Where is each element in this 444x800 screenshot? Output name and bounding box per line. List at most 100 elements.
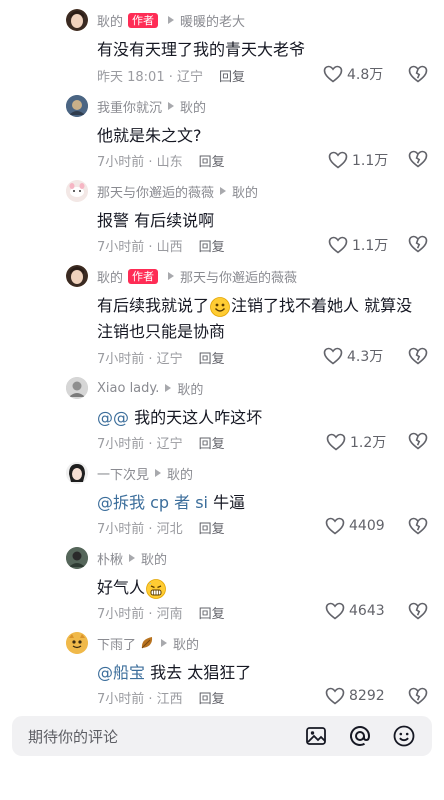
emoji-icon[interactable] [392, 724, 416, 748]
like-count: 8292 [349, 688, 385, 704]
comment-time-location: 7小时前 · 河北 [97, 522, 183, 537]
avatar[interactable] [66, 462, 88, 484]
reply-to-username[interactable]: 耿的 [177, 379, 203, 398]
avatar[interactable] [66, 377, 88, 399]
dislike-button[interactable] [408, 235, 428, 257]
reply-to-username[interactable]: 暖暖的老大 [180, 11, 245, 30]
like-count: 1.2万 [350, 435, 387, 451]
comment-time-location: 7小时前 · 山东 [97, 155, 183, 170]
like-button[interactable]: 1.1万 [328, 150, 388, 170]
heart-outline-icon [325, 517, 345, 535]
reply-button[interactable]: 回复 [199, 603, 225, 622]
reply-arrow-icon [165, 384, 172, 392]
like-button[interactable]: 4.8万 [323, 64, 383, 84]
reply-button[interactable]: 回复 [219, 66, 245, 85]
comment-meta: Xiao lady. 耿的 [97, 379, 203, 398]
like-button[interactable]: 4.3万 [323, 346, 383, 366]
broken-heart-icon [408, 65, 428, 83]
username[interactable]: 那天与你邂逅的薇薇 [97, 182, 214, 201]
username[interactable]: 一下次見 [97, 464, 149, 483]
reply-button[interactable]: 回复 [199, 151, 225, 170]
heart-outline-icon [323, 65, 343, 83]
like-button[interactable]: 4409 [325, 517, 385, 535]
avatar[interactable] [66, 9, 88, 31]
smile-emoji-icon [210, 296, 230, 317]
reply-button[interactable]: 回复 [199, 348, 225, 367]
leaf-icon [141, 637, 153, 649]
author-badge: 作者 [128, 268, 159, 284]
dislike-button[interactable] [408, 517, 428, 539]
grimace-emoji-icon [146, 578, 166, 599]
dislike-button[interactable] [408, 65, 428, 87]
comment-time-location: 昨天 18:01 · 辽宁 [97, 70, 203, 85]
reply-button[interactable]: 回复 [199, 236, 225, 255]
reply-to-username[interactable]: 耿的 [173, 634, 199, 653]
username[interactable]: 朴楸 [97, 549, 123, 568]
comment-text: 报警 有后续说啊 [97, 211, 215, 230]
comment-text-part: 注销也只能是协商 [97, 322, 226, 341]
avatar[interactable] [66, 632, 88, 654]
comment-meta: 一下次見 耿的 [97, 464, 193, 483]
username[interactable]: Xiao lady. [97, 381, 159, 396]
heart-outline-icon [328, 236, 348, 254]
broken-heart-icon [408, 602, 428, 620]
heart-outline-icon [323, 347, 343, 365]
comment-text-part: 我的天这人咋这坏 [129, 408, 263, 427]
broken-heart-icon [408, 517, 428, 535]
dislike-button[interactable] [408, 687, 428, 709]
like-button[interactable]: 4643 [325, 602, 385, 620]
reply-to-username[interactable]: 耿的 [232, 182, 258, 201]
username[interactable]: 我重你就沉 [97, 97, 162, 116]
comment-footer: 7小时前 · 山东 回复 [97, 151, 225, 170]
broken-heart-icon [408, 432, 428, 450]
like-button[interactable]: 1.2万 [326, 432, 386, 452]
image-icon[interactable] [304, 724, 328, 748]
comment-meta: 那天与你邂逅的薇薇 耿的 [97, 182, 258, 201]
comment-meta: 朴楸 耿的 [97, 549, 167, 568]
comment-text-part: 有后续我就说了 [97, 296, 210, 315]
reply-button[interactable]: 回复 [199, 433, 225, 452]
comment-meta: 耿的 作者 暖暖的老大 [97, 11, 245, 30]
comment-text: 他就是朱之文? [97, 126, 202, 145]
heart-outline-icon [328, 151, 348, 169]
mention-link[interactable]: @@ [97, 408, 129, 427]
avatar[interactable] [66, 95, 88, 117]
comment-meta: 耿的 作者 那天与你邂逅的薇薇 [97, 267, 297, 286]
reply-arrow-icon [168, 102, 175, 110]
comment-footer: 7小时前 · 江西 回复 [97, 688, 225, 707]
broken-heart-icon [408, 687, 428, 705]
reply-to-username[interactable]: 耿的 [180, 97, 206, 116]
like-button[interactable]: 1.1万 [328, 235, 388, 255]
dislike-button[interactable] [408, 150, 428, 172]
comment-composer[interactable]: 期待你的评论 [12, 716, 432, 756]
like-count: 4643 [349, 603, 385, 619]
username[interactable]: 下雨了 [97, 634, 136, 653]
reply-button[interactable]: 回复 [199, 688, 225, 707]
comment-text: @拆我 cp 者 si 牛逼 [97, 490, 435, 516]
reply-to-username[interactable]: 耿的 [141, 549, 167, 568]
username[interactable]: 耿的 [97, 11, 123, 30]
at-icon[interactable] [348, 724, 372, 748]
comment-footer: 7小时前 · 河南 回复 [97, 603, 225, 622]
dislike-button[interactable] [408, 347, 428, 369]
like-button[interactable]: 8292 [325, 687, 385, 705]
username[interactable]: 耿的 [97, 267, 123, 286]
avatar[interactable] [66, 547, 88, 569]
comment-text: 有没有天理了我的青天大老爷 [97, 40, 306, 59]
avatar[interactable] [66, 265, 88, 287]
like-count: 4409 [349, 518, 385, 534]
reply-to-username[interactable]: 那天与你邂逅的薇薇 [180, 267, 297, 286]
avatar[interactable] [66, 180, 88, 202]
comment-footer: 昨天 18:01 · 辽宁 回复 [97, 66, 245, 85]
comment-footer: 7小时前 · 辽宁 回复 [97, 433, 225, 452]
mention-link[interactable]: @船宝 [97, 663, 145, 682]
reply-arrow-icon [168, 272, 175, 280]
broken-heart-icon [408, 235, 428, 253]
reply-button[interactable]: 回复 [199, 518, 225, 537]
dislike-button[interactable] [408, 432, 428, 454]
dislike-button[interactable] [408, 602, 428, 624]
comment-meta: 下雨了 耿的 [97, 634, 199, 653]
mention-link[interactable]: @拆我 cp 者 si [97, 493, 208, 512]
comment-input-placeholder[interactable]: 期待你的评论 [28, 726, 118, 747]
reply-to-username[interactable]: 耿的 [167, 464, 193, 483]
